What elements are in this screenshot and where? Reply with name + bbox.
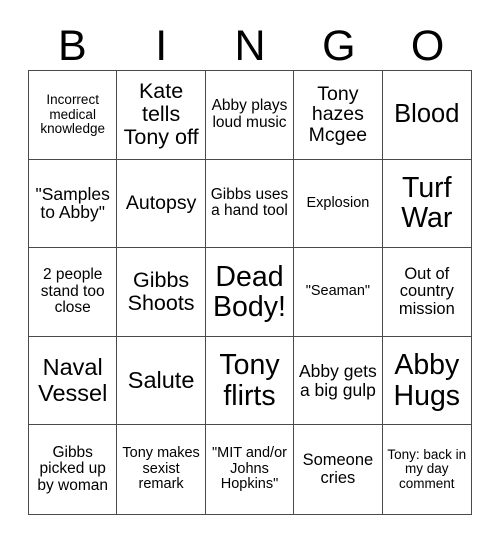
bingo-cell-label: Gibbs uses a hand tool [210, 185, 289, 220]
bingo-cell-label: Tony: back in my day comment [387, 447, 467, 491]
bingo-cell-label: Salute [127, 367, 195, 394]
bingo-cell-label: Gibbs picked up by woman [37, 443, 109, 494]
bingo-cell-label: Kate tells Tony off [123, 79, 199, 150]
bingo-cell[interactable]: Dead Body! [205, 248, 295, 337]
bingo-cell-label: Blood [394, 100, 460, 129]
bingo-cell-label: Naval Vessel [38, 354, 108, 406]
bingo-cell[interactable]: Explosion [294, 159, 383, 249]
bingo-cell[interactable]: Kate tells Tony off [117, 71, 206, 160]
bingo-cell[interactable]: Tony flirts [205, 336, 295, 426]
bingo-cell-label: Turf War [401, 171, 453, 235]
header-letter-i: I [155, 22, 168, 70]
bingo-cell[interactable]: Incorrect medical knowledge [29, 71, 118, 160]
header-letter-n: N [234, 22, 266, 70]
bingo-cell[interactable]: Tony: back in my day comment [382, 425, 471, 514]
bingo-cell[interactable]: Tony hazes Mcgee [294, 71, 383, 160]
bingo-cell[interactable]: Abby Hugs [382, 336, 471, 426]
bingo-cell-label: Dead Body! [213, 260, 286, 323]
bingo-cell[interactable]: Salute [117, 336, 206, 426]
bingo-cell-label: Incorrect medical knowledge [40, 92, 105, 137]
bingo-cell[interactable]: Gibbs picked up by woman [29, 425, 118, 514]
bingo-header-row: B I N G O [28, 14, 472, 70]
bingo-cell[interactable]: "Seaman" [294, 248, 383, 337]
bingo-cell-label: Tony flirts [219, 349, 280, 412]
bingo-cell[interactable]: Someone cries [294, 425, 383, 514]
bingo-cell[interactable]: Turf War [382, 159, 471, 249]
bingo-cell[interactable]: "MIT and/or Johns Hopkins" [205, 425, 295, 514]
bingo-cell[interactable]: Gibbs Shoots [117, 248, 206, 337]
bingo-cell-label: Abby Hugs [393, 349, 461, 412]
bingo-cell[interactable]: Out of country mission [382, 248, 471, 337]
bingo-cell-label: "Samples to Abby" [35, 183, 110, 223]
bingo-cell[interactable]: Blood [382, 71, 471, 160]
bingo-cell[interactable]: Autopsy [117, 159, 206, 249]
bingo-cell-label: Abby plays loud music [211, 97, 288, 131]
header-letter-o: O [410, 22, 445, 70]
bingo-cell-label: Autopsy [125, 191, 197, 214]
bingo-cell-label: 2 people stand too close [40, 266, 105, 317]
bingo-card: B I N G O Incorrect medical knowledge Kat… [0, 0, 500, 544]
bingo-cell-label: Someone cries [302, 451, 374, 487]
header-letter-b: B [58, 22, 87, 70]
bingo-cell-label: "Seaman" [305, 283, 371, 300]
bingo-cell[interactable]: 2 people stand too close [29, 248, 118, 337]
bingo-cell-label: Out of country mission [398, 264, 455, 318]
bingo-cell-label: Tony makes sexist remark [122, 445, 200, 493]
bingo-cell[interactable]: Abby plays loud music [205, 71, 295, 160]
bingo-cell[interactable]: Tony makes sexist remark [117, 425, 206, 514]
bingo-cell-label: Abby gets a big gulp [298, 360, 377, 400]
header-letter-g: G [322, 22, 356, 70]
bingo-cell-label: Tony hazes Mcgee [308, 82, 368, 147]
bingo-cell-label: Explosion [306, 194, 370, 211]
bingo-cell[interactable]: Naval Vessel [29, 336, 118, 426]
bingo-cell[interactable]: Gibbs uses a hand tool [205, 159, 295, 249]
bingo-grid: Incorrect medical knowledge Kate tells To… [28, 70, 472, 515]
bingo-cell-label: Gibbs Shoots [127, 267, 195, 315]
bingo-cell[interactable]: Abby gets a big gulp [294, 336, 383, 426]
bingo-cell[interactable]: "Samples to Abby" [29, 159, 118, 249]
bingo-cell-label: "MIT and/or Johns Hopkins" [211, 445, 287, 493]
